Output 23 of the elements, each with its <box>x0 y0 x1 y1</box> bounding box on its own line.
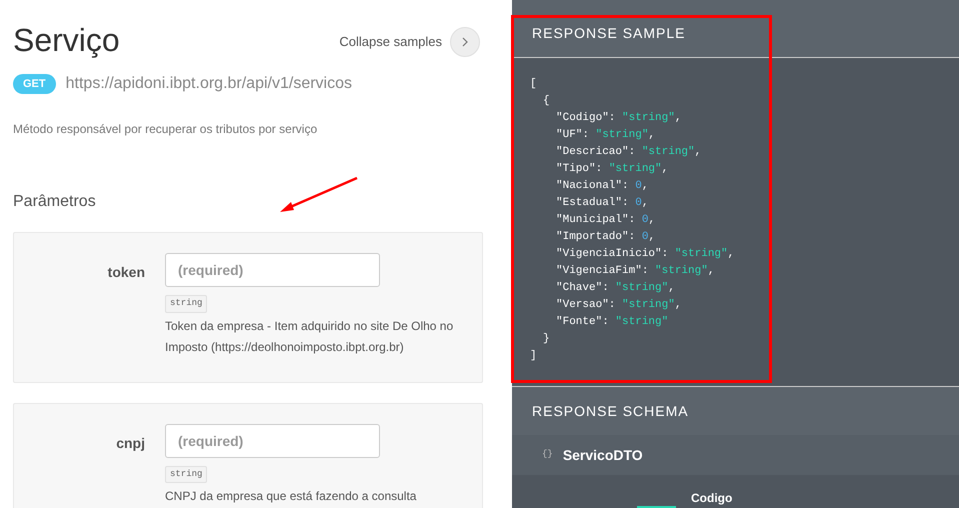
collapse-button[interactable] <box>450 27 480 57</box>
parameter-name: token <box>106 263 145 282</box>
schema-model-name: ServicoDTO <box>562 446 643 464</box>
collapse-samples-label: Collapse samples <box>339 33 442 52</box>
endpoint-url: https://apidoni.ibpt.org.br/api/v1/servicos <box>66 74 352 94</box>
endpoint-description: Método responsável por recuperar os tributos por serviço <box>13 121 318 138</box>
property-indicator <box>637 506 676 508</box>
braces-icon: {} <box>542 448 553 462</box>
property-name: Codigo <box>691 490 732 507</box>
parameter-description: CNPJ da empresa que está fazendo a consulta <box>165 488 418 505</box>
response-schema-heading: RESPONSE SCHEMA <box>532 402 689 420</box>
type-tag: string <box>165 466 208 483</box>
method-badge: GET <box>13 74 56 94</box>
code-sample: [ { "Codigo": "string", "UF": "string", "Descricao": "string", "Tipo": "string", "Nacional": 0, "Estadual": 0, "Municipal": 0, "Importado": 0, "VigenciaInicio": "string", "VigenciaFim": "string", "Chave": "string", "Versao": "string", "Fonte": "string" } ] <box>512 58 959 387</box>
response-sample-heading: RESPONSE SAMPLE <box>532 25 686 41</box>
parameter-name: cnpj <box>115 434 145 453</box>
chevron-right-icon <box>462 37 468 47</box>
parameters-heading: Parâmetros <box>13 192 96 212</box>
page-title: Serviço <box>13 21 120 60</box>
type-tag: string <box>165 295 208 312</box>
parameter-input[interactable]: (required) <box>165 253 380 287</box>
parameter-input[interactable]: (required) <box>165 424 380 458</box>
parameter-description: Token da empresa - Item adquirido no site De Olho no Imposto (https://deolhonoimposto.ibpt.org.br) <box>165 318 454 356</box>
